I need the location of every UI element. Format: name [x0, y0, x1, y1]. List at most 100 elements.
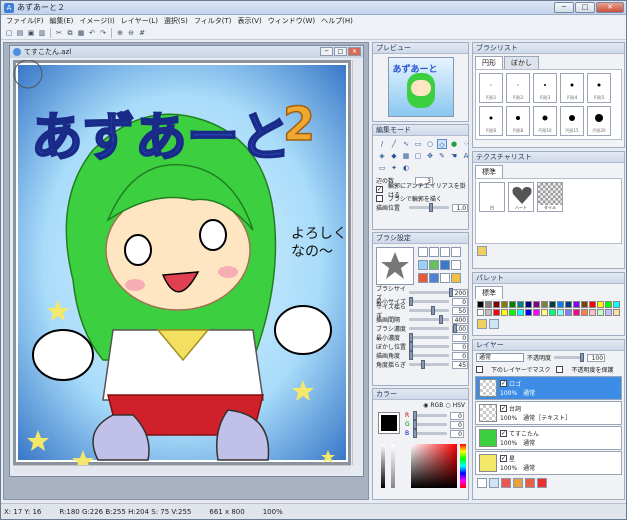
palette-swatch[interactable] [613, 309, 620, 316]
brush-size-input[interactable]: 200 [452, 288, 469, 297]
palette-swatch[interactable] [541, 301, 548, 308]
spacing-slider[interactable] [409, 315, 450, 324]
menu-layer[interactable]: レイヤー(L) [118, 16, 161, 26]
cut-icon[interactable]: ✂ [54, 28, 64, 38]
doc-close-button[interactable]: ✕ [348, 47, 361, 56]
stamp-icon[interactable]: ◐ [401, 163, 411, 173]
redo-icon[interactable]: ↷ [98, 28, 108, 38]
blend-mode-select[interactable]: 通常 [476, 353, 524, 362]
ellipse-icon[interactable]: ○ [425, 139, 435, 149]
rect-icon[interactable]: ▭ [413, 139, 423, 149]
brush-item[interactable]: 円形1 [479, 73, 503, 103]
min-density-input[interactable]: 0 [452, 333, 469, 342]
brush-type-button[interactable] [440, 247, 450, 257]
palette-swatch[interactable] [557, 309, 564, 316]
new-layer-icon[interactable] [477, 478, 487, 488]
brush-type-button[interactable] [440, 260, 450, 270]
texture-item[interactable]: 白 [479, 182, 505, 212]
text-icon[interactable]: A [461, 151, 471, 161]
saturation-bar[interactable] [391, 444, 395, 488]
palette-swatch[interactable] [517, 301, 524, 308]
doc-maximize-button[interactable]: □ [334, 47, 347, 56]
new-icon[interactable]: ▢ [4, 28, 14, 38]
tab-round[interactable]: 円形 [475, 56, 503, 69]
palette-swatch[interactable] [557, 301, 564, 308]
fill-circle-icon[interactable]: ● [449, 139, 459, 149]
r-input[interactable]: 0 [450, 411, 464, 420]
foreground-color-swatch[interactable] [378, 412, 400, 434]
palette-swatch[interactable] [509, 309, 516, 316]
size-jitter-input[interactable]: 50 [452, 306, 469, 315]
magic-wand-icon[interactable]: ✦ [389, 163, 399, 173]
brush-item[interactable]: 円形15 [560, 106, 584, 136]
undo-icon[interactable]: ↶ [87, 28, 97, 38]
brush-type-button[interactable] [429, 247, 439, 257]
lightness-bar[interactable] [381, 444, 385, 488]
palette-swatch[interactable] [501, 309, 508, 316]
menu-help[interactable]: ヘルプ(H) [318, 16, 356, 26]
menu-image[interactable]: イメージ(I) [76, 16, 117, 26]
g-input[interactable]: 0 [450, 420, 464, 429]
select-icon[interactable]: ▢ [413, 151, 423, 161]
vertical-scrollbar[interactable] [352, 60, 361, 465]
palette-swatch[interactable] [605, 309, 612, 316]
duplicate-layer-icon[interactable] [489, 478, 499, 488]
brush-item[interactable]: 円形10 [533, 106, 557, 136]
copy-icon[interactable]: ⧉ [65, 28, 75, 38]
print-icon[interactable]: ▥ [37, 28, 47, 38]
save-icon[interactable]: ▣ [26, 28, 36, 38]
curve-icon[interactable]: ∿ [401, 139, 411, 149]
protect-opacity-checkbox[interactable] [556, 366, 564, 373]
menu-view[interactable]: 表示(V) [234, 16, 264, 26]
menu-filter[interactable]: フィルタ(T) [191, 16, 235, 26]
minimize-button[interactable]: ─ [554, 2, 574, 13]
palette-swatch[interactable] [493, 309, 500, 316]
brush-type-button[interactable] [451, 273, 461, 283]
outline-checkbox[interactable] [376, 195, 383, 202]
texture-item[interactable]: タイル [537, 182, 563, 212]
texture-item[interactable]: ハート [508, 182, 534, 212]
delete-layer-icon[interactable] [501, 478, 511, 488]
hand-icon[interactable]: ☚ [449, 151, 459, 161]
brush-type-button[interactable] [451, 247, 461, 257]
palette-swatch[interactable] [477, 301, 484, 308]
brush-type-button[interactable] [451, 260, 461, 270]
brush-item[interactable]: 円形20 [587, 106, 611, 136]
opacity-slider[interactable] [554, 353, 585, 362]
palette-swatch[interactable] [549, 301, 556, 308]
menu-select[interactable]: 選択(S) [161, 16, 191, 26]
g-slider[interactable] [413, 420, 447, 429]
palette-swatch[interactable] [533, 309, 540, 316]
add-texture-icon[interactable] [477, 246, 487, 256]
min-size-slider[interactable] [409, 297, 450, 306]
brush-type-button[interactable] [429, 260, 439, 270]
palette-swatch[interactable] [485, 301, 492, 308]
preview-thumbnail[interactable]: あずあーと [387, 57, 454, 117]
close-button[interactable]: ✕ [596, 2, 624, 13]
menu-file[interactable]: ファイル(F) [3, 16, 47, 26]
palette-swatch[interactable] [581, 309, 588, 316]
palette-swatch[interactable] [597, 309, 604, 316]
brush-item[interactable]: 円形8 [506, 106, 530, 136]
palette-swatch[interactable] [485, 309, 492, 316]
brush-type-button[interactable] [418, 273, 428, 283]
fill-icon[interactable]: ◈ [377, 151, 387, 161]
rgb-radio[interactable]: ◉ [423, 402, 428, 409]
palette-swatch[interactable] [525, 301, 532, 308]
move-icon[interactable]: ✥ [425, 151, 435, 161]
tab-blur[interactable]: ぼかし [504, 56, 539, 69]
tab-palette-standard[interactable]: 標準 [475, 286, 503, 299]
brush-item[interactable]: 円形3 [533, 73, 557, 103]
brush-type-button[interactable] [440, 273, 450, 283]
open-icon[interactable]: ▤ [15, 28, 25, 38]
palette-swatch[interactable] [493, 301, 500, 308]
blur-input[interactable]: 0 [452, 342, 469, 351]
palette-swatch[interactable] [589, 301, 596, 308]
brush-type-button[interactable] [429, 273, 439, 283]
layer-visibility-checkbox[interactable]: ✓ [500, 455, 507, 462]
color-picker-square[interactable] [411, 444, 457, 488]
layer-visibility-checkbox[interactable]: ✓ [500, 430, 507, 437]
size-jitter-slider[interactable] [409, 306, 450, 315]
brush-type-button[interactable] [418, 260, 428, 270]
hsv-radio[interactable]: ○ [445, 402, 450, 409]
